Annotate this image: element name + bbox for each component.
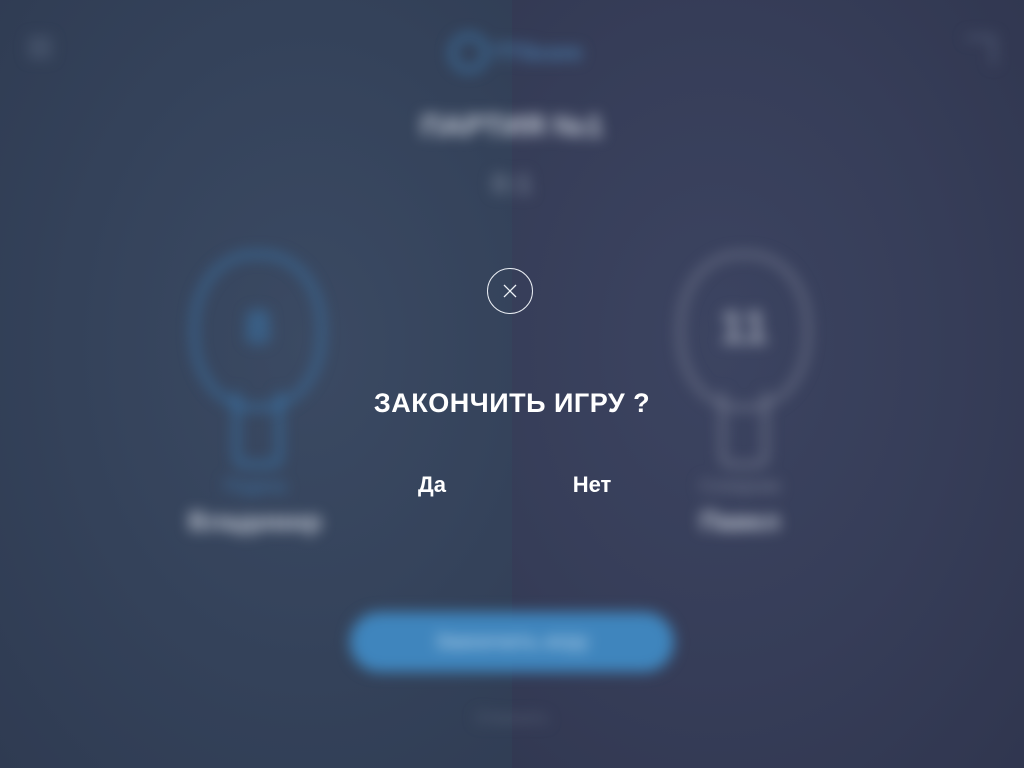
left-score: 8 (245, 301, 271, 353)
right-score: 11 (719, 301, 769, 353)
right-player-name: Павел (700, 506, 780, 536)
left-player-role: Подача (223, 476, 287, 496)
right-paddle: 11 (678, 252, 810, 467)
game-title: ПАРТИЯ №1 (420, 110, 604, 143)
end-game-button: Закончить игру (350, 612, 674, 672)
footer-link: Отменить (475, 710, 549, 727)
logo-text: TTScore (494, 40, 583, 65)
game-score: 0:1 (491, 168, 533, 199)
left-paddle: 8 (192, 252, 324, 467)
paddle-handle (720, 392, 768, 467)
app-screen: TTScore ПАРТИЯ №1 0:1 8 11 Подача Владим… (0, 0, 1024, 768)
share-icon (966, 36, 995, 65)
menu-icon (28, 38, 52, 58)
blurred-game-screen: TTScore ПАРТИЯ №1 0:1 8 11 Подача Владим… (0, 0, 1024, 768)
left-player-name: Владимир (188, 506, 322, 536)
app-logo: TTScore (446, 30, 586, 72)
close-icon (503, 284, 517, 298)
logo-mark-icon (450, 34, 488, 72)
dialog-title: ЗАКОНЧИТЬ ИГРУ ? (373, 388, 651, 418)
right-player-role: Соперник (699, 476, 781, 496)
yes-button[interactable]: Да (382, 472, 482, 498)
no-button[interactable]: Нет (542, 472, 642, 498)
close-button[interactable] (487, 268, 533, 314)
paddle-handle (234, 392, 282, 467)
